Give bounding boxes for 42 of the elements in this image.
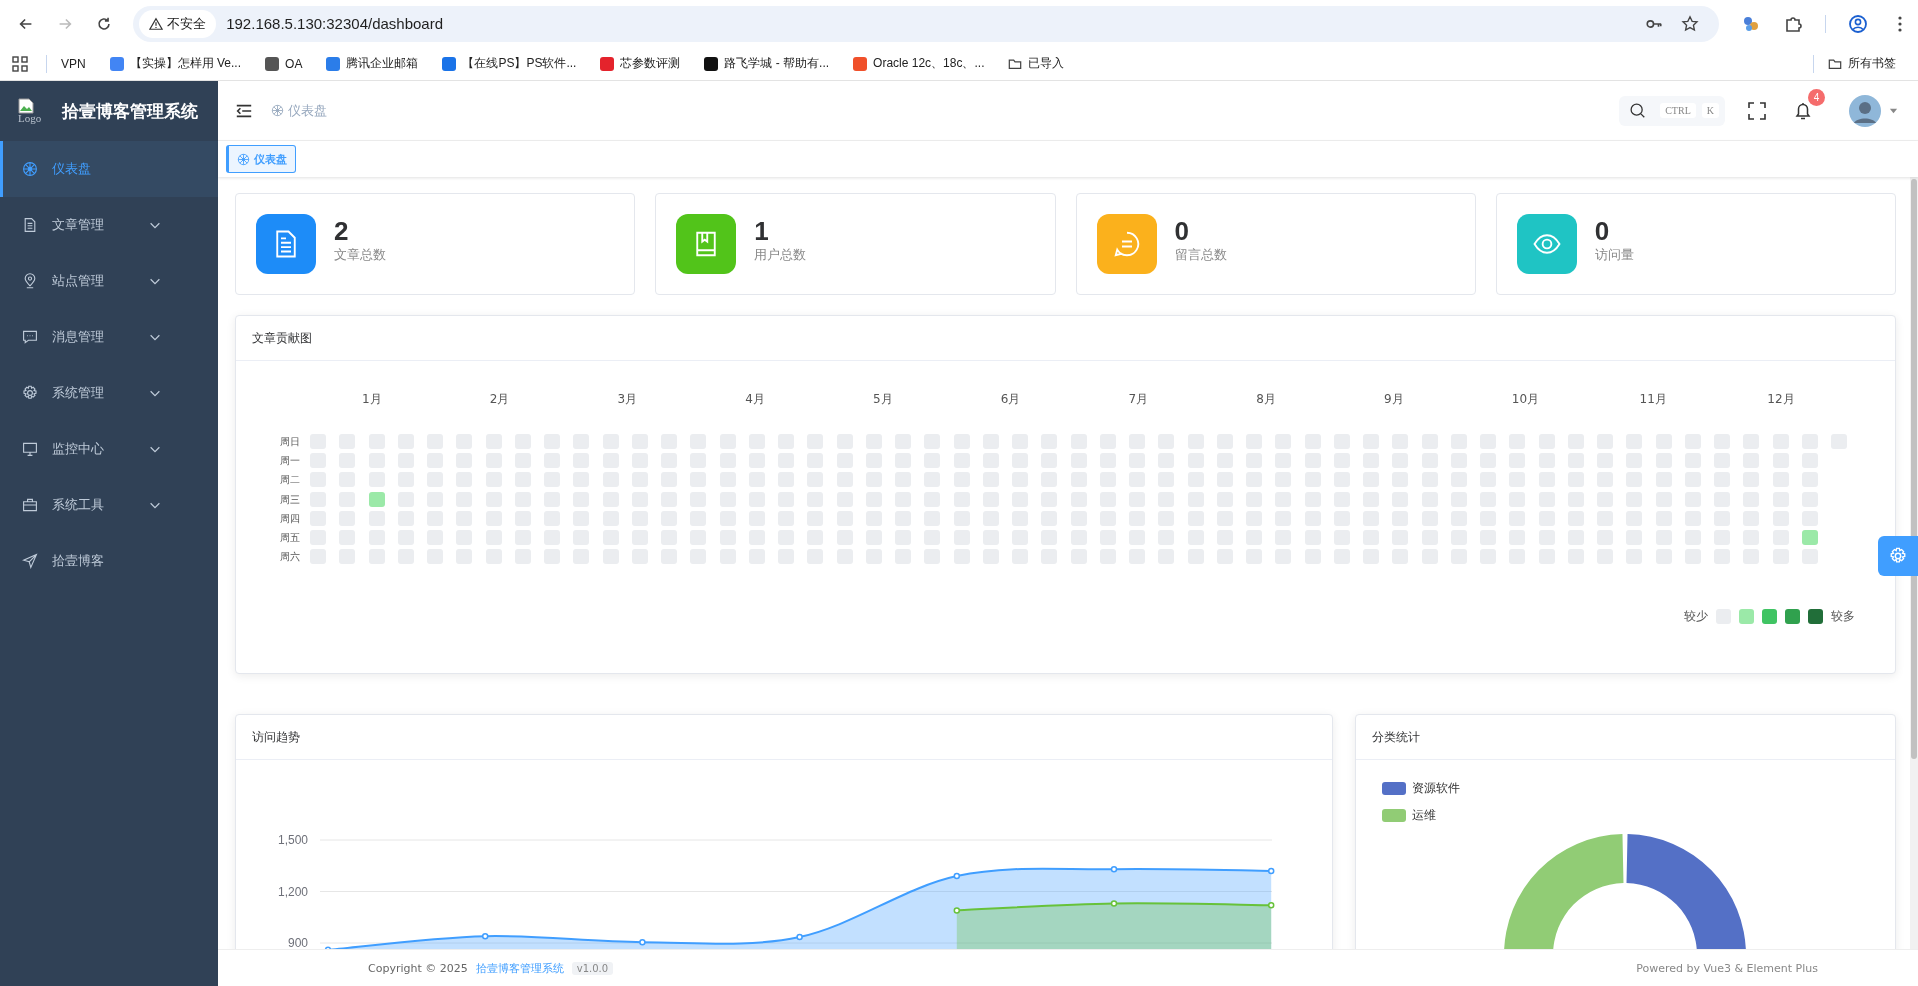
month-label: 3月	[617, 392, 638, 406]
axis-tick-label: 900	[287, 936, 308, 949]
stat-value: 2	[334, 216, 350, 247]
month-label: 9月	[1384, 392, 1404, 406]
weekday-label: 周四	[280, 511, 300, 526]
weekday-label: 周六	[280, 550, 300, 565]
month-label: 12月	[1767, 392, 1795, 406]
weekday-label: 周日	[280, 435, 300, 449]
stat-value: 1	[754, 216, 770, 247]
weekday-label: 周五	[280, 530, 300, 545]
month-label: 11月	[1639, 392, 1667, 406]
notification-badge: 4	[1808, 88, 1825, 106]
card-title: 文章贡献图	[252, 329, 312, 347]
month-label: 1月	[362, 392, 382, 406]
month-label: 4月	[745, 392, 765, 406]
card-title: 分类统计	[1372, 728, 1420, 746]
card-title: 访问趋势	[252, 728, 300, 746]
month-label: 5月	[873, 392, 893, 406]
month-label: 10月	[1511, 392, 1540, 406]
month-label: 7月	[1128, 392, 1149, 406]
stat-value: 0	[1594, 216, 1611, 247]
weekday-label: 周二	[280, 473, 300, 488]
copyright-text: Copyright © 2025	[368, 961, 468, 975]
month-label: 8月	[1256, 392, 1276, 406]
legend-label: 较少	[1684, 608, 1708, 626]
axis-tick-label: 1,200	[277, 884, 308, 899]
month-label: 2月	[489, 392, 510, 406]
powered-by-text: Powered by Vue3 & Element Plus	[1636, 961, 1818, 975]
url-text: 192.168.5.130:32304/dashboard	[226, 15, 444, 32]
version-badge: v1.0.0	[571, 961, 614, 975]
weekday-label: 周三	[280, 492, 300, 507]
month-label: 6月	[1000, 392, 1021, 406]
stat-label: 访问量	[1594, 246, 1634, 264]
stat-label: 文章总数	[334, 246, 386, 264]
legend-label: 较多	[1831, 608, 1855, 626]
stat-label: 用户总数	[754, 246, 807, 264]
stat-label: 留言总数	[1174, 246, 1227, 264]
stat-value: 0	[1174, 216, 1190, 247]
broken-logo-image: Logo	[18, 98, 50, 124]
weekday-label: 周一	[280, 454, 300, 469]
axis-tick-label: 1,500	[277, 833, 308, 847]
app-title: 拾壹博客管理系统	[62, 100, 198, 123]
